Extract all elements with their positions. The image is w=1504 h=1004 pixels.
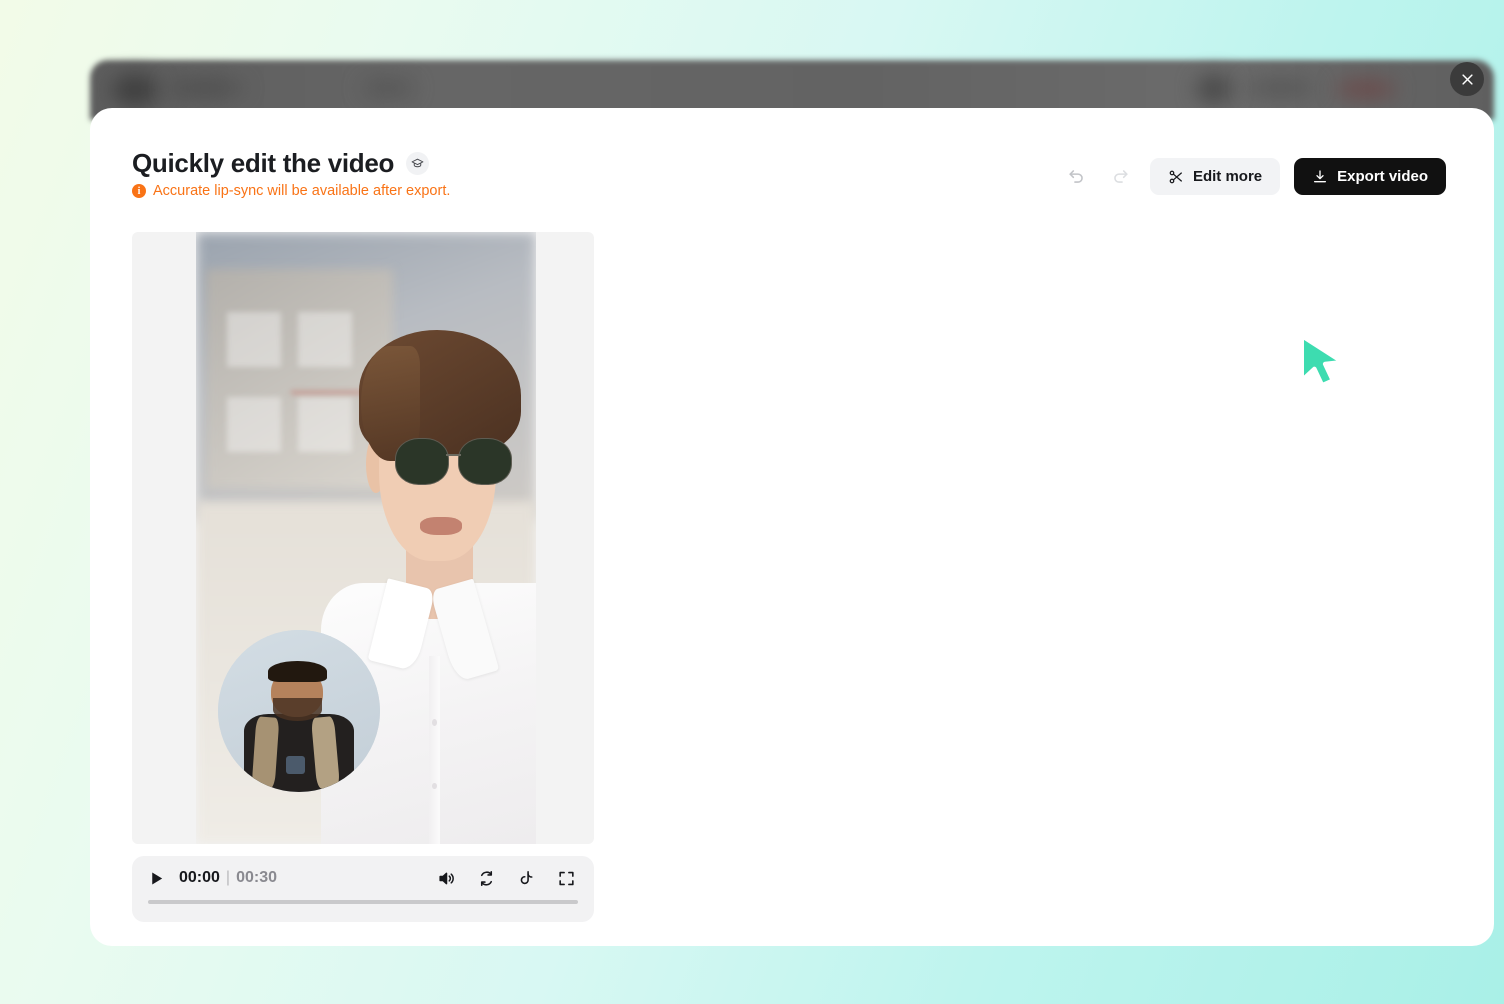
video-frame bbox=[196, 232, 536, 844]
time-display: 00:00 | 00:30 bbox=[179, 869, 277, 887]
redo-button[interactable] bbox=[1106, 162, 1136, 192]
background-blob-2 bbox=[166, 80, 244, 96]
undo-icon bbox=[1069, 170, 1084, 183]
video-player-controls: 00:00 | 00:30 bbox=[132, 856, 594, 922]
volume-icon[interactable] bbox=[437, 869, 456, 888]
current-time: 00:00 bbox=[179, 869, 220, 886]
export-video-button[interactable]: Export video bbox=[1294, 158, 1446, 195]
loop-icon[interactable] bbox=[477, 869, 496, 888]
download-icon bbox=[1314, 169, 1327, 182]
close-button[interactable] bbox=[1450, 62, 1484, 96]
fullscreen-icon[interactable] bbox=[557, 869, 576, 888]
close-icon bbox=[1461, 73, 1473, 85]
graduation-cap-button[interactable] bbox=[406, 152, 430, 175]
sunglasses bbox=[394, 437, 512, 486]
page-title: Quickly edit the video bbox=[132, 148, 395, 178]
undo-button[interactable] bbox=[1062, 162, 1092, 192]
video-progress-track[interactable] bbox=[148, 900, 578, 904]
edit-more-button[interactable]: Edit more bbox=[1149, 158, 1281, 195]
background-blob-1 bbox=[112, 74, 158, 106]
export-video-label: Export video bbox=[1337, 168, 1428, 185]
background-blob-4 bbox=[1196, 74, 1232, 104]
edit-video-modal: Quickly edit the video i Accurate lip-sy… bbox=[90, 108, 1494, 946]
info-icon: i bbox=[132, 184, 146, 198]
redo-icon bbox=[1114, 170, 1129, 183]
video-stage[interactable] bbox=[132, 232, 594, 844]
page-header: Quickly edit the video bbox=[132, 148, 430, 179]
total-time: 00:30 bbox=[236, 869, 277, 886]
lip-sync-warning: i Accurate lip-sync will be available af… bbox=[132, 183, 450, 199]
lip-sync-warning-text: Accurate lip-sync will be available afte… bbox=[153, 183, 451, 199]
background-blob-5 bbox=[1246, 80, 1316, 96]
scissors-icon bbox=[1169, 170, 1182, 183]
background-blob-3 bbox=[362, 80, 414, 96]
tiktok-icon[interactable] bbox=[517, 869, 536, 888]
edit-more-label: Edit more bbox=[1192, 168, 1263, 185]
background-blob-6 bbox=[1336, 80, 1396, 98]
time-separator: | bbox=[225, 869, 231, 886]
graduation-cap-icon bbox=[411, 158, 424, 168]
picture-in-picture-avatar[interactable] bbox=[218, 630, 380, 792]
play-icon[interactable] bbox=[148, 870, 165, 887]
video-preview-column: 00:00 | 00:30 bbox=[132, 232, 594, 922]
header-actions: Edit more Export video bbox=[1062, 158, 1446, 195]
